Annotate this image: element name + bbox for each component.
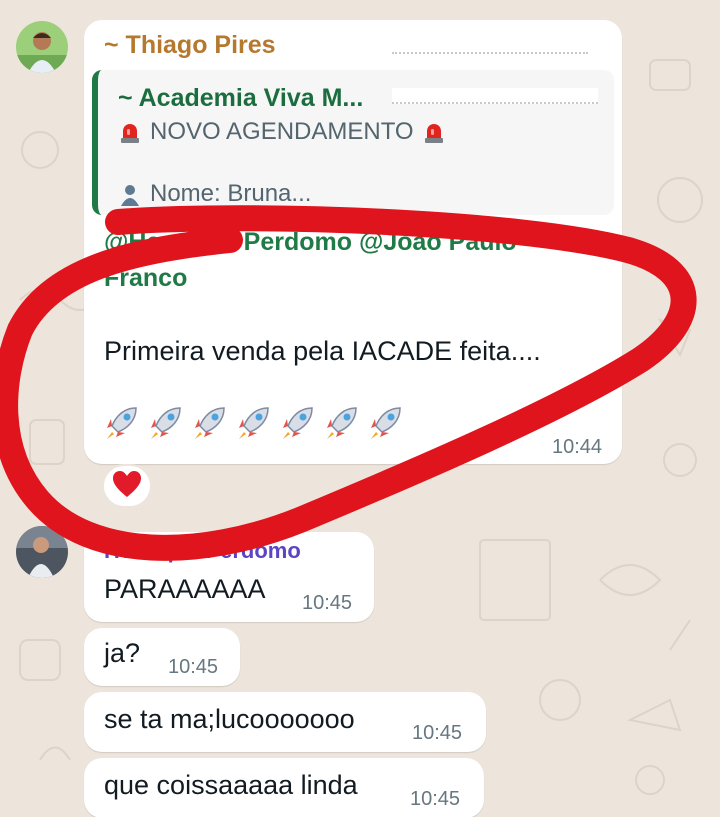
message-timestamp: 10:45 [412, 722, 463, 744]
rocket-icon [278, 402, 318, 447]
heart-reaction[interactable] [102, 464, 152, 508]
quoted-sender-name: ~ Academia Viva M... [118, 84, 364, 112]
rocket-icon [366, 402, 406, 447]
message-timestamp: 10:44 [552, 436, 603, 458]
mention-line[interactable]: @Henrique Perdomo @João Paulo [104, 228, 517, 257]
rocket-icon [102, 402, 142, 447]
person-silhouette-icon [118, 182, 142, 206]
rocket-icon [190, 402, 230, 447]
mention-line[interactable]: Franco [104, 264, 187, 293]
redacted-phone-number [392, 38, 588, 54]
quoted-title-line: NOVO AGENDAMENTO [118, 118, 446, 146]
message-text: Primeira venda pela IACADE feita.... [104, 336, 541, 366]
quoted-name-line: Nome: Bruna... [118, 180, 311, 208]
henrique-avatar[interactable] [16, 526, 68, 578]
rocket-emoji-row [102, 402, 406, 447]
henrique-sender-name[interactable]: Henrique Perdomo [104, 538, 301, 564]
message-text: se ta ma;lucooooooo [104, 704, 355, 734]
rocket-icon [234, 402, 274, 447]
message-timestamp: 10:45 [302, 592, 353, 614]
redacted-phone-number [392, 88, 598, 104]
siren-emoji-icon [422, 120, 446, 144]
message-timestamp: 10:45 [410, 788, 461, 810]
quoted-title-text: NOVO AGENDAMENTO [150, 118, 414, 145]
heart-icon [112, 470, 142, 503]
rocket-icon [146, 402, 186, 447]
thiago-sender-name[interactable]: ~ Thiago Pires [104, 31, 276, 60]
message-text: que coissaaaaa linda [104, 770, 358, 800]
siren-emoji-icon [118, 120, 142, 144]
message-timestamp: 10:45 [168, 656, 219, 678]
thiago-avatar[interactable] [16, 21, 68, 73]
message-text: ja? [104, 638, 141, 668]
rocket-icon [322, 402, 362, 447]
quoted-name-text: Nome: Bruna... [150, 180, 312, 207]
message-text: PARAAAAAA [104, 574, 266, 604]
